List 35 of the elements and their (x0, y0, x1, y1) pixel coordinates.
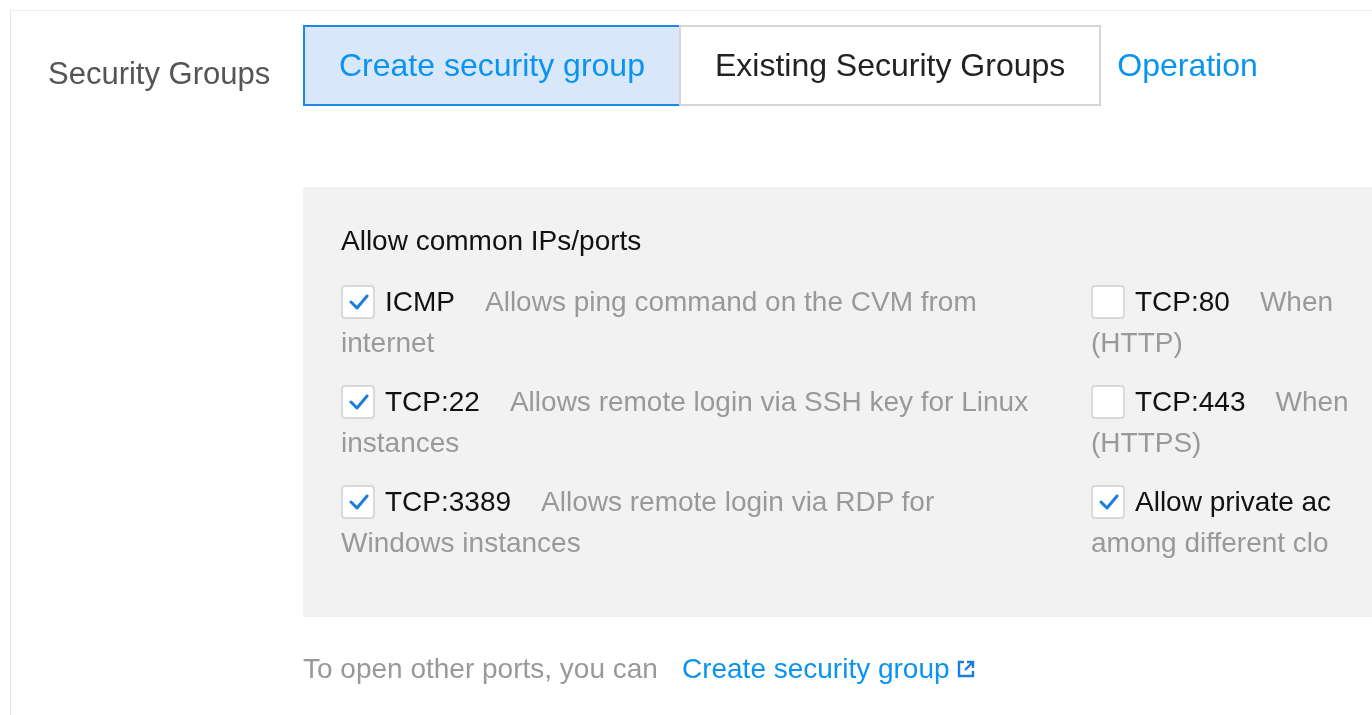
option-description: among different clo (1091, 526, 1330, 560)
check-icon (349, 294, 369, 310)
option-label: Allow private ac (1135, 486, 1332, 517)
option-description: Allows ping command on the CVM from (485, 286, 977, 317)
option-label: TCP:443 (1135, 386, 1246, 417)
option-description: Allows remote login via SSH key for Linux (509, 386, 1029, 417)
checkbox[interactable] (1091, 385, 1125, 419)
option-description: (HTTPS) (1091, 426, 1203, 460)
tab-link[interactable]: Operation (1117, 47, 1258, 84)
option-label: TCP:3389 (385, 486, 512, 517)
tab[interactable]: Create security group (303, 25, 681, 106)
check-icon (349, 394, 369, 410)
checkbox[interactable] (341, 485, 375, 519)
panel-title: Allow common IPs/ports (341, 225, 643, 257)
option-label: TCP:80 (1135, 286, 1230, 317)
checkbox[interactable] (1091, 285, 1125, 319)
external-link-icon (955, 659, 976, 679)
option-description: When (1275, 386, 1349, 417)
check-icon (1099, 494, 1119, 510)
option-description: Allows remote login via RDP for (541, 486, 935, 517)
footer-text: To open other ports, you can (303, 653, 658, 685)
checkbox[interactable] (341, 285, 375, 319)
option-description: Windows instances (341, 526, 582, 560)
option-label: TCP:22 (385, 386, 480, 417)
tab[interactable]: Existing Security Groups (678, 25, 1102, 106)
option-description: When (1259, 286, 1334, 317)
option-description: instances (341, 426, 461, 460)
check-icon (349, 494, 369, 510)
field-label: Security Groups (47, 54, 272, 92)
checkbox[interactable] (341, 385, 375, 419)
option-description: (HTTP) (1091, 326, 1184, 360)
create-link[interactable]: Create security group (681, 653, 976, 685)
checkbox[interactable] (1091, 485, 1125, 519)
option-description: internet (341, 326, 436, 360)
option-label: ICMP (385, 286, 455, 317)
